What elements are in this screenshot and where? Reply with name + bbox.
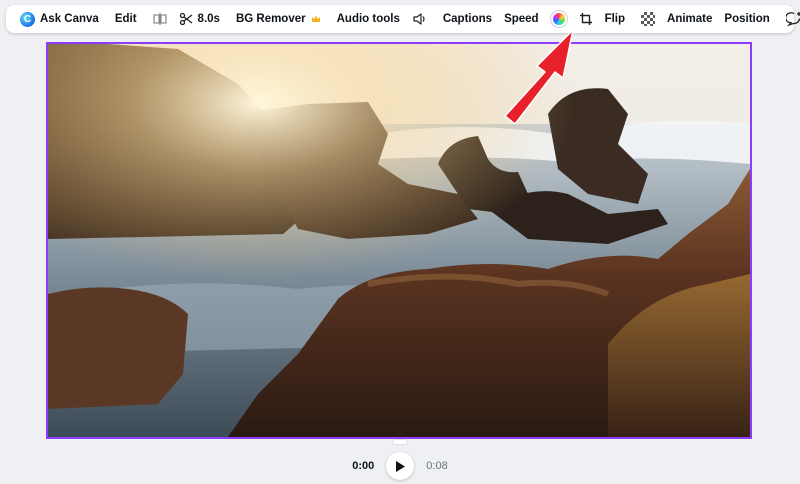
coastal-rocks-video-frame <box>48 44 750 437</box>
current-time: 0:00 <box>352 460 375 472</box>
comment-add-icon <box>785 11 800 27</box>
add-comment-button[interactable] <box>780 8 800 30</box>
annotation-arrow-icon <box>504 29 574 124</box>
ask-canva-button[interactable]: C Ask Canva <box>14 8 105 30</box>
flip-button[interactable]: Flip <box>599 8 631 30</box>
playback-controls: 0:00 0:08 <box>0 448 800 484</box>
edit-button[interactable]: Edit <box>109 8 143 30</box>
flip-label: Flip <box>604 13 626 25</box>
captions-label: Captions <box>442 13 493 25</box>
transparency-button[interactable] <box>635 8 661 30</box>
audio-tools-label: Audio tools <box>336 13 400 25</box>
total-time: 0:08 <box>426 460 448 472</box>
animate-button[interactable]: Animate <box>661 8 718 30</box>
animate-label: Animate <box>667 13 713 25</box>
ask-canva-label: Ask Canva <box>40 13 99 25</box>
play-icon <box>396 460 406 472</box>
editor-toolbar: C Ask Canva Edit 8.0s BG Remover Audio t… <box>6 5 800 33</box>
play-button[interactable] <box>386 452 415 480</box>
speaker-icon <box>412 12 427 26</box>
video-element-selection[interactable] <box>46 42 752 439</box>
crown-icon <box>311 14 321 24</box>
canva-logo-icon: C <box>20 11 35 27</box>
split-icon <box>152 12 167 26</box>
resize-handle[interactable] <box>393 440 407 444</box>
position-label: Position <box>724 13 770 25</box>
duration-label: 8.0s <box>197 13 220 25</box>
edit-label: Edit <box>114 13 137 25</box>
captions-button[interactable]: Captions <box>437 8 498 30</box>
scissors-icon <box>179 12 193 26</box>
position-button[interactable]: Position <box>718 8 775 30</box>
bg-remover-label: BG Remover <box>235 13 306 25</box>
audio-tools-button[interactable]: Audio tools <box>331 8 406 30</box>
split-button[interactable] <box>147 8 173 30</box>
transparency-icon <box>641 12 656 26</box>
volume-button[interactable] <box>406 8 433 30</box>
bg-remover-button[interactable]: BG Remover <box>230 8 327 30</box>
trim-duration-button[interactable]: 8.0s <box>173 8 226 30</box>
